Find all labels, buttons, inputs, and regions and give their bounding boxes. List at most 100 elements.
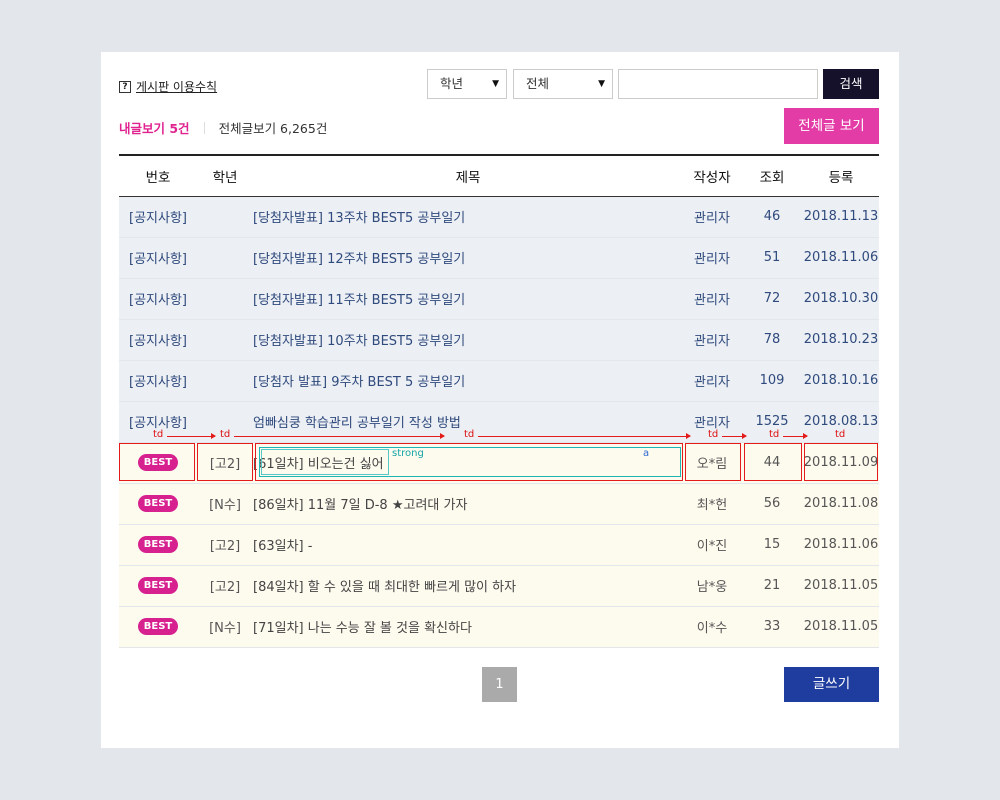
best-cell: BEST (119, 606, 197, 648)
best-badge: BEST (137, 618, 179, 635)
post-title-link[interactable]: [84일차] 할 수 있을 때 최대한 빠르게 많이 하자 (253, 565, 683, 607)
author-cell: 오*림 (683, 442, 741, 484)
inspector-strong-box (261, 449, 389, 475)
board-rules[interactable]: ? 게시판 이용수칙 (119, 78, 217, 95)
best-post-row[interactable]: BEST [고2] [84일차] 할 수 있을 때 최대한 빠르게 많이 하자 … (119, 565, 879, 607)
best-cell: BEST (119, 524, 197, 566)
grade-cell: [고2] (197, 442, 253, 484)
inspector-strong-label: strong (392, 448, 424, 459)
date-cell: 2018.10.30 (803, 278, 879, 320)
date-cell: 2018.10.23 (803, 319, 879, 361)
header-date: 등록 (803, 154, 879, 197)
notice-row[interactable]: [공지사항] 엄빠심쿵 학습관리 공부일기 작성 방법 관리자 1525 201… (119, 401, 879, 443)
author-cell: 이*수 (683, 606, 741, 648)
grade-cell: [고2] (197, 524, 253, 566)
date-cell: 2018.11.08 (803, 483, 879, 525)
views-cell: 46 (741, 196, 803, 238)
scope-select-value: 전체 (526, 76, 550, 91)
notice-row[interactable]: [공지사항] [당첨자발표] 11주차 BEST5 공부일기 관리자 72 20… (119, 278, 879, 320)
date-cell: 2018.11.05 (803, 565, 879, 607)
inspector-a-label: a (643, 448, 650, 459)
board-panel: ? 게시판 이용수칙 학년 ▼ 전체 ▼ 검색 내글보기 5건 전체글보기 6,… (101, 52, 899, 748)
search-button[interactable]: 검색 (823, 69, 879, 99)
post-title-link[interactable]: 엄빠심쿵 학습관리 공부일기 작성 방법 (253, 401, 683, 443)
date-cell: 2018.11.06 (803, 524, 879, 566)
grade-cell (197, 401, 253, 443)
view-all-button[interactable]: 전체글 보기 (784, 108, 879, 144)
rules-link[interactable]: 게시판 이용수칙 (136, 78, 217, 95)
author-cell: 관리자 (683, 401, 741, 443)
header-number: 번호 (119, 154, 197, 197)
views-cell: 44 (741, 442, 803, 484)
header-views: 조회 (741, 154, 803, 197)
best-cell: BEST (119, 565, 197, 607)
best-post-row[interactable]: BEST [고2] [63일차] - 이*진 15 2018.11.06 (119, 524, 879, 566)
author-cell: 이*진 (683, 524, 741, 566)
views-cell: 1525 (741, 401, 803, 443)
dropdown-arrow-icon: ▼ (492, 79, 499, 89)
notice-row[interactable]: [공지사항] [당첨자 발표] 9주차 BEST 5 공부일기 관리자 109 … (119, 360, 879, 402)
table-header-row: 번호 학년 제목 작성자 조회 등록 (119, 154, 879, 197)
best-post-row[interactable]: BEST [N수] [71일차] 나는 수능 잘 볼 것을 확신하다 이*수 3… (119, 606, 879, 648)
post-counts: 내글보기 5건 전체글보기 6,265건 (119, 118, 327, 137)
divider (203, 121, 205, 134)
post-title-link[interactable]: [당첨자발표] 12주차 BEST5 공부일기 (253, 237, 683, 279)
notice-label: [공지사항] (119, 360, 197, 402)
post-title-link[interactable]: [71일차] 나는 수능 잘 볼 것을 확신하다 (253, 606, 683, 648)
best-badge: BEST (137, 536, 179, 553)
post-title-link[interactable]: [당첨자발표] 10주차 BEST5 공부일기 (253, 319, 683, 361)
best-badge: BEST (137, 454, 179, 471)
post-title-link[interactable]: [당첨자발표] 13주차 BEST5 공부일기 (253, 196, 683, 238)
views-cell: 33 (741, 606, 803, 648)
posts-table: 번호 학년 제목 작성자 조회 등록 [공지사항] [당첨자발표] 13주차 B… (119, 154, 879, 648)
author-cell: 관리자 (683, 319, 741, 361)
best-cell: BEST (119, 442, 197, 484)
grade-cell: [N수] (197, 606, 253, 648)
post-title-link[interactable]: [당첨자 발표] 9주차 BEST 5 공부일기 (253, 360, 683, 402)
date-cell: 2018.10.16 (803, 360, 879, 402)
grade-cell: [N수] (197, 483, 253, 525)
grade-cell (197, 278, 253, 320)
notice-label: [공지사항] (119, 278, 197, 320)
best-post-row[interactable]: BEST [N수] [86일차] 11월 7일 D-8 ★고려대 가자 최*헌 … (119, 483, 879, 525)
search-input[interactable] (618, 69, 818, 99)
post-title-link[interactable]: [당첨자발표] 11주차 BEST5 공부일기 (253, 278, 683, 320)
notice-label: [공지사항] (119, 196, 197, 238)
notice-row[interactable]: [공지사항] [당첨자발표] 12주차 BEST5 공부일기 관리자 51 20… (119, 237, 879, 279)
author-cell: 관리자 (683, 278, 741, 320)
post-title-link[interactable]: [63일차] - (253, 524, 683, 566)
post-title-link[interactable]: [86일차] 11월 7일 D-8 ★고려대 가자 (253, 483, 683, 525)
views-cell: 21 (741, 565, 803, 607)
views-cell: 56 (741, 483, 803, 525)
scope-select[interactable]: 전체 ▼ (513, 69, 613, 99)
header-title: 제목 (253, 154, 683, 197)
grade-cell: [고2] (197, 565, 253, 607)
pagination-page-1[interactable]: 1 (482, 667, 517, 702)
notice-label: [공지사항] (119, 319, 197, 361)
author-cell: 남*웅 (683, 565, 741, 607)
notice-label: [공지사항] (119, 237, 197, 279)
grade-select[interactable]: 학년 ▼ (427, 69, 507, 99)
author-cell: 최*헌 (683, 483, 741, 525)
grade-cell (197, 237, 253, 279)
notice-row[interactable]: [공지사항] [당첨자발표] 10주차 BEST5 공부일기 관리자 78 20… (119, 319, 879, 361)
views-cell: 109 (741, 360, 803, 402)
help-icon: ? (119, 80, 131, 93)
notice-row[interactable]: [공지사항] [당첨자발표] 13주차 BEST5 공부일기 관리자 46 20… (119, 196, 879, 238)
best-badge: BEST (137, 495, 179, 512)
date-cell: 2018.11.09 (803, 442, 879, 484)
all-posts-count[interactable]: 전체글보기 6,265건 (219, 118, 328, 137)
my-posts-link[interactable]: 내글보기 5건 (119, 118, 190, 137)
date-cell: 2018.11.05 (803, 606, 879, 648)
grade-cell (197, 196, 253, 238)
views-cell: 78 (741, 319, 803, 361)
notice-label: [공지사항] (119, 401, 197, 443)
grade-cell (197, 319, 253, 361)
views-cell: 15 (741, 524, 803, 566)
date-cell: 2018.08.13 (803, 401, 879, 443)
header-author: 작성자 (683, 154, 741, 197)
author-cell: 관리자 (683, 360, 741, 402)
views-cell: 72 (741, 278, 803, 320)
best-badge: BEST (137, 577, 179, 594)
write-button[interactable]: 글쓰기 (784, 667, 879, 702)
